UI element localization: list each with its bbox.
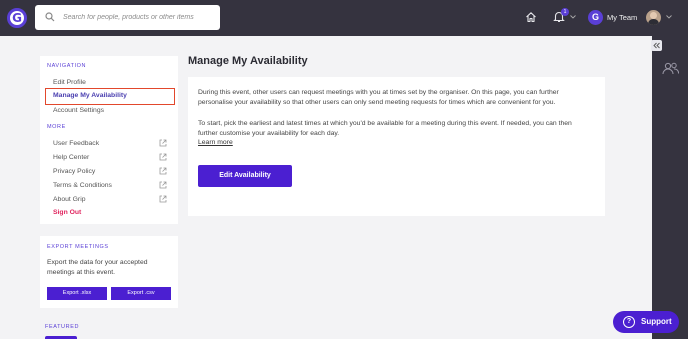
people-icon[interactable] — [662, 62, 679, 75]
nav-item-edit-profile[interactable]: Edit Profile — [53, 79, 86, 86]
more-item-privacy-policy[interactable]: Privacy Policy — [53, 168, 95, 175]
intro-paragraph: During this event, other users can reque… — [198, 89, 559, 106]
double-chevron-left-icon — [653, 42, 660, 49]
nav-item-manage-availability[interactable]: Manage My Availability — [45, 88, 175, 105]
export-description: Export the data for your accepted meetin… — [47, 259, 148, 276]
nav-item-account-settings[interactable]: Account Settings — [53, 107, 104, 114]
team-label[interactable]: My Team — [607, 13, 637, 22]
learn-more-link[interactable]: Learn more — [198, 139, 233, 146]
more-item-user-feedback[interactable]: User Feedback — [53, 140, 99, 147]
external-link-icon — [159, 153, 167, 161]
external-link-icon — [159, 181, 167, 189]
page-title: Manage My Availability — [188, 55, 308, 67]
more-item-terms[interactable]: Terms & Conditions — [53, 182, 112, 189]
edit-availability-button[interactable]: Edit Availability — [198, 165, 292, 187]
more-heading: MORE — [47, 124, 66, 130]
external-link-icon — [159, 167, 167, 175]
avatar[interactable] — [646, 10, 661, 25]
more-item-help-center[interactable]: Help Center — [53, 154, 89, 161]
featured-heading: FEATURED — [45, 324, 80, 330]
grip-logo[interactable]: G — [7, 8, 27, 28]
help-icon: ? — [623, 316, 635, 328]
navigation-heading: NAVIGATION — [47, 63, 87, 69]
team-logo[interactable]: G — [588, 10, 603, 25]
search-box[interactable] — [35, 5, 220, 30]
export-xlsx-button[interactable]: Export .xlsx — [47, 287, 107, 300]
external-link-icon — [159, 139, 167, 147]
search-input[interactable] — [63, 10, 213, 25]
support-button[interactable]: ? Support — [613, 311, 679, 333]
chevron-down-icon[interactable] — [570, 15, 576, 19]
chevron-down-icon[interactable] — [666, 15, 672, 19]
collapse-button[interactable] — [651, 40, 662, 51]
more-item-about-grip[interactable]: About Grip — [53, 196, 86, 203]
export-heading: EXPORT MEETINGS — [47, 244, 109, 250]
notification-badge: 1 — [561, 8, 569, 16]
right-rail — [652, 36, 688, 339]
home-icon[interactable] — [525, 11, 537, 23]
external-link-icon — [159, 195, 167, 203]
search-icon — [45, 12, 55, 22]
team-logo-letter: G — [591, 12, 599, 22]
instructions-paragraph: To start, pick the earliest and latest t… — [198, 120, 572, 137]
sign-out-link[interactable]: Sign Out — [53, 209, 81, 216]
logo-letter: G — [12, 11, 22, 25]
support-label: Support — [641, 317, 672, 326]
export-csv-button[interactable]: Export .csv — [111, 287, 171, 300]
